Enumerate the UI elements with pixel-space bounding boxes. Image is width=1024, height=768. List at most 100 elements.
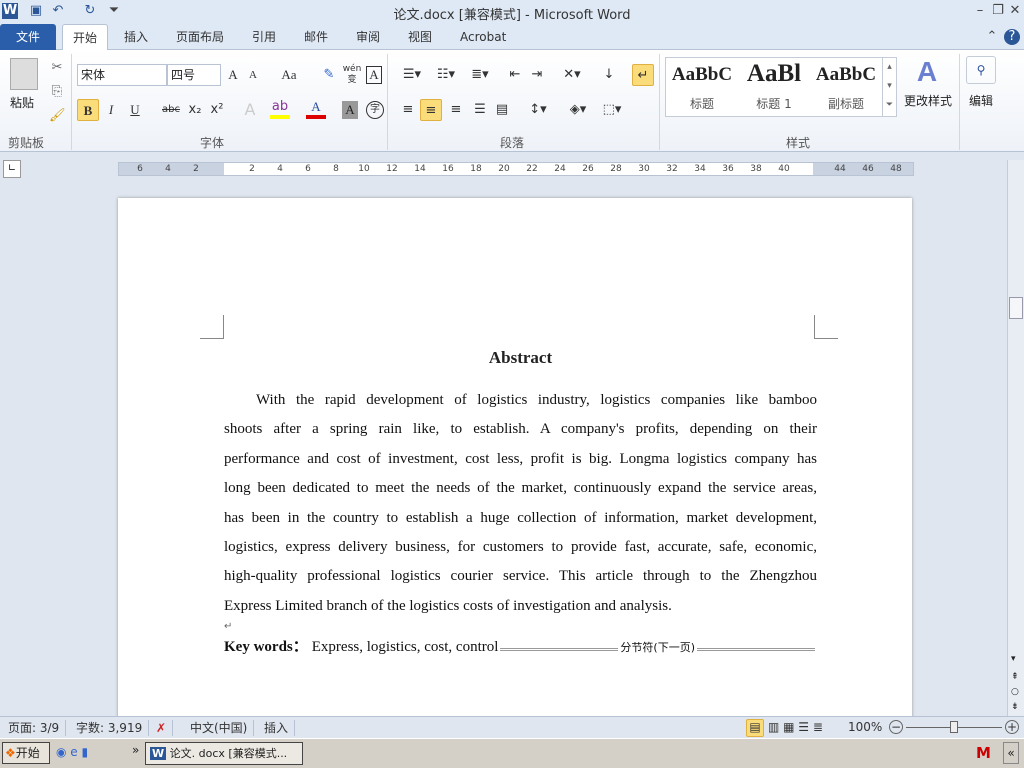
word-count[interactable]: 字数: 3,919 (70, 720, 150, 736)
quicklaunch-icons[interactable]: ◉ e ▮ (56, 745, 88, 759)
tray-app-icon[interactable]: M (976, 744, 991, 762)
cut-icon[interactable]: ✂ (49, 60, 65, 76)
page-count[interactable]: 页面: 3/9 (2, 720, 67, 736)
asian-layout-icon[interactable]: ✕▾ (560, 64, 584, 86)
align-right-icon[interactable]: ≡ (446, 99, 466, 121)
align-left-icon[interactable]: ≡ (398, 99, 418, 121)
section-break-mark: 分节符(下一页) (620, 641, 695, 655)
horizontal-ruler[interactable]: 6 4 2 2 4 6 8 10 12 14 16 18 20 22 24 26 28 30 32 34 36 38… (118, 162, 914, 176)
distributed-icon[interactable]: ▤ (492, 99, 512, 121)
start-button[interactable]: ❖开始 (2, 742, 50, 764)
ruler-number: 8 (333, 164, 339, 174)
vertical-scrollbar[interactable]: ▾ ⇞ ○ ⇟ (1007, 160, 1024, 716)
tab-acrobat[interactable]: Acrobat (450, 24, 516, 50)
start-label: 开始 (15, 746, 40, 760)
font-color-button[interactable]: A (306, 99, 326, 119)
style-name-heading1[interactable]: 标题 1 (742, 95, 806, 112)
style-name-subtitle[interactable]: 副标题 (814, 95, 878, 112)
style-name-title[interactable]: 标题 (670, 95, 734, 112)
superscript-button[interactable]: x² (208, 99, 226, 121)
help-icon[interactable]: ? (1004, 29, 1020, 45)
highlight-icon[interactable]: ab (270, 99, 290, 119)
body-line: has been in the country to establish a h… (224, 509, 817, 526)
tab-selector[interactable]: ∟ (3, 160, 21, 178)
font-size-select[interactable]: 四号 (167, 64, 221, 86)
align-center-icon[interactable]: ≡ (420, 99, 442, 121)
insert-mode[interactable]: 插入 (258, 720, 296, 736)
proofing-icon[interactable]: ✗ (150, 720, 174, 736)
print-layout-icon[interactable]: ▤ (746, 719, 764, 737)
ruler-number: 6 (305, 164, 311, 174)
justify-icon[interactable]: ☰ (470, 99, 490, 121)
bold-button[interactable]: B (77, 99, 99, 121)
restore-icon[interactable]: ❐ (990, 3, 1006, 19)
change-styles-button[interactable]: 更改样式 (900, 92, 956, 109)
tab-mailings[interactable]: 邮件 (294, 24, 338, 50)
change-case-button[interactable]: Aa (278, 64, 300, 86)
text-effects-icon[interactable]: A (240, 99, 260, 121)
editing-button[interactable]: 编辑 (962, 92, 1000, 109)
style-preview-title[interactable]: AaBbC (670, 64, 734, 86)
font-name-select[interactable]: 宋体 (77, 64, 167, 86)
tab-review[interactable]: 审阅 (346, 24, 390, 50)
format-painter-icon[interactable]: 🖌 (49, 108, 66, 124)
taskbar-word-button[interactable]: W 论文. docx [兼容模式... (145, 742, 303, 765)
tab-page-layout[interactable]: 页面布局 (166, 24, 234, 50)
char-border-button[interactable]: A (366, 66, 382, 84)
numbering-icon[interactable]: ☷▾ (432, 64, 460, 86)
style-preview-heading1[interactable]: AaBl (742, 60, 806, 88)
view-mode-icons[interactable]: ▥ ▦ ☰ ≣ (768, 720, 823, 734)
tray-expand-icon[interactable]: « (1003, 742, 1019, 764)
sort-icon[interactable]: ↓ (600, 64, 618, 86)
zoom-slider-thumb[interactable] (950, 721, 958, 733)
browse-object-icons[interactable]: ⇞ ○ ⇟ (1011, 670, 1019, 715)
subscript-button[interactable]: x₂ (186, 99, 204, 121)
ruler-number: 38 (750, 164, 762, 174)
minimize-icon[interactable]: – (972, 3, 988, 19)
language[interactable]: 中文(中国) (184, 720, 255, 736)
increase-indent-icon[interactable]: ⇥ (528, 64, 546, 86)
body-line: Express Limited branch of the logistics … (224, 597, 672, 614)
tab-references[interactable]: 引用 (242, 24, 286, 50)
shading-icon[interactable]: ◈▾ (564, 99, 592, 121)
italic-button[interactable]: I (102, 99, 120, 121)
paste-icon[interactable] (10, 58, 38, 90)
change-styles-icon[interactable]: A (910, 56, 944, 88)
underline-button[interactable]: U (126, 99, 144, 121)
collapse-ribbon-icon[interactable]: ⌃ (984, 29, 1000, 45)
multilevel-list-icon[interactable]: ≣▾ (466, 64, 494, 86)
more-icon[interactable]: » (132, 743, 139, 757)
style-preview-subtitle[interactable]: AaBbC (814, 64, 878, 86)
scroll-down-icon[interactable]: ▾ (1011, 654, 1016, 664)
ruler-number: 2 (193, 164, 199, 174)
borders-icon[interactable]: ⬚▾ (598, 99, 626, 121)
close-icon[interactable]: ✕ (1007, 3, 1023, 19)
strikethrough-button[interactable]: abc (160, 99, 182, 121)
decrease-indent-icon[interactable]: ⇤ (506, 64, 524, 86)
ruler-number: 40 (778, 164, 790, 174)
char-shading-button[interactable]: A (342, 101, 358, 119)
ruler-number: 18 (470, 164, 482, 174)
tab-view[interactable]: 视图 (398, 24, 442, 50)
clear-format-icon[interactable]: ✎ (320, 64, 338, 86)
enclose-char-button[interactable]: 字 (366, 101, 384, 119)
styles-scroll[interactable]: ▴ ▾ ⏷ (882, 58, 896, 116)
bullets-icon[interactable]: ☰▾ (398, 64, 426, 86)
show-marks-icon[interactable]: ↵ (632, 64, 654, 86)
tab-home[interactable]: 开始 (62, 24, 109, 51)
line-spacing-icon[interactable]: ↕▾ (524, 99, 552, 121)
ruler-number: 12 (386, 164, 398, 174)
copy-icon[interactable]: ⎘ (49, 84, 65, 100)
find-icon[interactable]: ⚲ (966, 56, 996, 84)
grow-font-button[interactable]: A (224, 64, 242, 86)
tab-file[interactable]: 文件 (0, 24, 56, 50)
body-line: long been dedicated to meet the needs of… (224, 480, 817, 497)
scroll-thumb[interactable] (1009, 297, 1023, 319)
phonetic-guide-button[interactable]: wén 变 (342, 64, 362, 86)
zoom-level[interactable]: 100% (848, 720, 882, 734)
zoom-out-icon[interactable]: − (889, 720, 903, 734)
shrink-font-button[interactable]: A (246, 64, 260, 86)
paste-button[interactable]: 粘贴 (10, 94, 34, 111)
tab-insert[interactable]: 插入 (114, 24, 158, 50)
zoom-in-icon[interactable]: + (1005, 720, 1019, 734)
